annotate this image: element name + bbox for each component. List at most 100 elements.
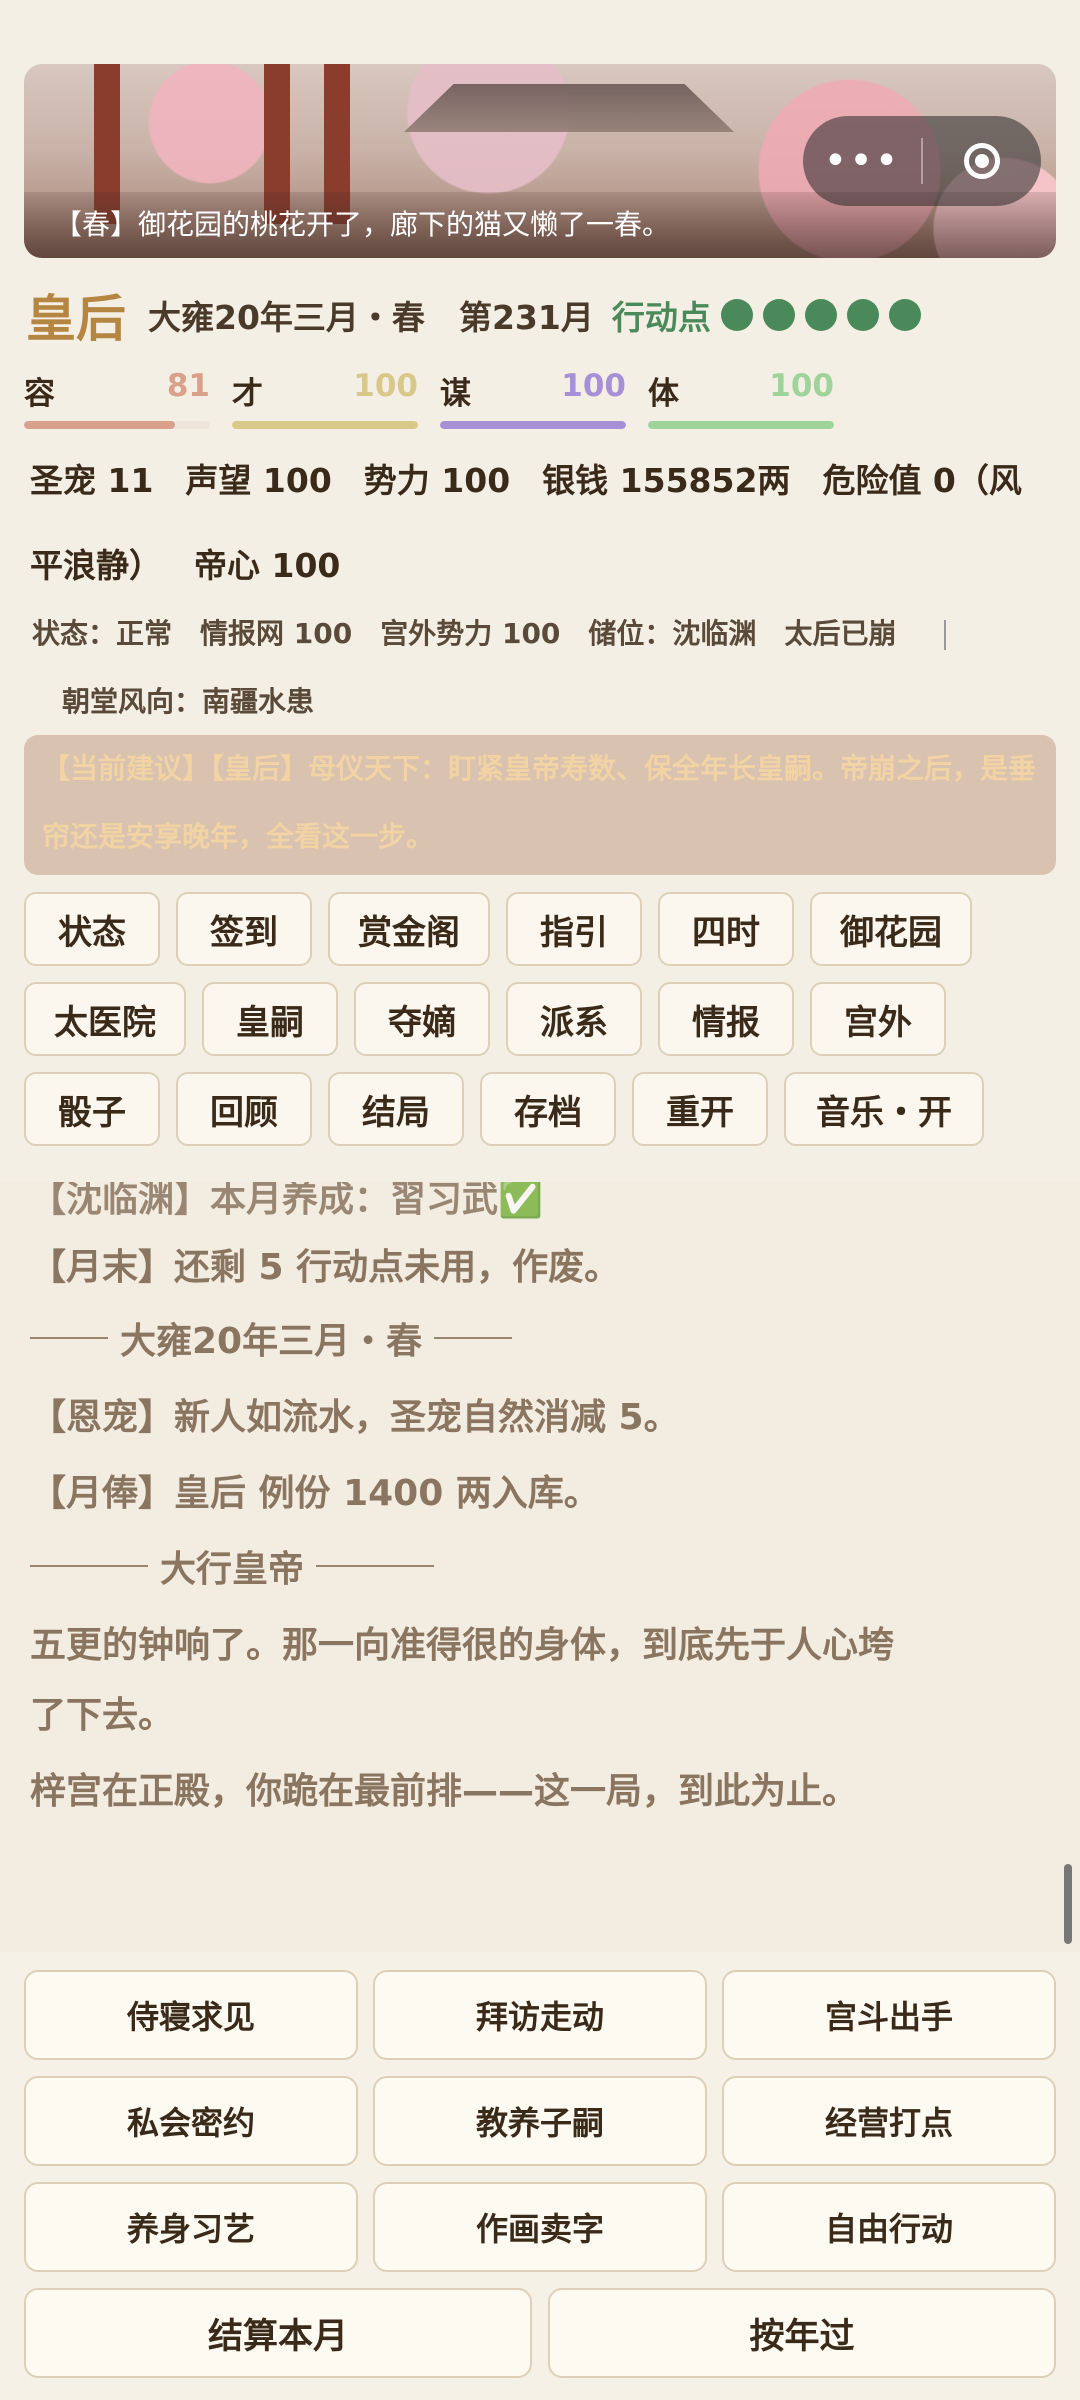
feature-menu: 状态 签到 赏金阁 指引 四时 御花园 太医院 皇嗣 夺嫡 派系 情报 宫外 骰… [24, 892, 1064, 1162]
pavilion-roof-decoration [404, 84, 734, 132]
stat-strategy: 谋 100 [440, 368, 626, 429]
menu-row: 太医院 皇嗣 夺嫡 派系 情报 宫外 [24, 982, 1064, 1056]
menu-restart-button[interactable]: 重开 [632, 1072, 768, 1146]
menu-row: 状态 签到 赏金阁 指引 四时 御花园 [24, 892, 1064, 966]
menu-outside-button[interactable]: 宫外 [810, 982, 946, 1056]
action-train-button[interactable]: 养身习艺 [24, 2182, 358, 2272]
section-title: 大行皇帝 [160, 1549, 305, 1590]
log-line: 【月末】还剩 5 行动点未用，作废。 [30, 1247, 621, 1288]
power-value: 势力 100 [363, 461, 511, 500]
court-trend: 朝堂风向：南疆水患 [62, 685, 315, 718]
menu-guide-button[interactable]: 指引 [506, 892, 642, 966]
stat-label: 体 [648, 376, 679, 412]
stat-value: 100 [769, 368, 834, 404]
stat-value: 100 [561, 368, 626, 404]
money-value: 银钱 155852两 [542, 461, 791, 500]
log-line: 【恩宠】新人如流水，圣宠自然消减 5。 [30, 1397, 680, 1438]
action-points-label: 行动点 [611, 298, 711, 337]
menu-status-button[interactable]: 状态 [24, 892, 160, 966]
settle-month-button[interactable]: 结算本月 [24, 2288, 532, 2378]
action-paint-button[interactable]: 作画卖字 [373, 2182, 707, 2272]
stat-label: 才 [232, 376, 263, 412]
action-tryst-button[interactable]: 私会密约 [24, 2076, 358, 2166]
stat-talent: 才 100 [232, 368, 418, 429]
stat-bar [648, 421, 834, 429]
stat-bar-fill [648, 421, 834, 429]
section-title: 大雍20年三月・春 [120, 1321, 423, 1362]
action-visit-button[interactable]: 拜访走动 [373, 1970, 707, 2060]
stat-bar [232, 421, 418, 429]
menu-dice-button[interactable]: 骰子 [24, 1072, 160, 1146]
dowager-status: 太后已崩 [784, 617, 897, 650]
danger-value: 危险值 0（风平浪静） [30, 461, 1022, 585]
menu-intel-button[interactable]: 情报 [658, 982, 794, 1056]
stat-value: 81 [166, 368, 210, 404]
advice-banner: 【当前建议】【皇后】母仪天下：盯紧皇帝寿数、保全年长皇嗣。帝崩之后，是垂帘还是安… [24, 735, 1056, 875]
stat-bar-fill [440, 421, 626, 429]
status-line: 状态：正常 情报网 100 宫外势力 100 储位：沈临渊 太后已崩 朝堂风向：南疆水患 [32, 600, 1052, 736]
more-icon[interactable]: ••• [803, 138, 921, 184]
emperor-heart-value: 帝心 100 [194, 546, 341, 585]
prestige-value: 声望 100 [185, 461, 332, 500]
action-raise-child-button[interactable]: 教养子嗣 [373, 2076, 707, 2166]
outside-power-value: 宫外势力 100 [380, 617, 561, 650]
action-free-button[interactable]: 自由行动 [722, 2182, 1056, 2272]
role-title: 皇后 [26, 290, 126, 348]
divider [434, 1337, 513, 1339]
divider [30, 1565, 148, 1567]
action-scheme-button[interactable]: 宫斗出手 [722, 1970, 1056, 2060]
stat-value: 100 [353, 368, 418, 404]
action-point-dot [762, 299, 795, 331]
attributes-line: 圣宠 11 声望 100 势力 100 银钱 155852两 危险值 0（风平浪静） 帝心… [30, 438, 1050, 608]
stat-appearance: 容 81 [24, 368, 210, 429]
log-line: 五更的钟响了。那一向准得很的身体，到底先于人心垮 [30, 1625, 895, 1666]
action-serve-button[interactable]: 侍寝求见 [24, 1970, 358, 2060]
stat-bars: 容 81 才 100 谋 100 体 100 [24, 368, 856, 429]
divider [316, 1565, 435, 1567]
log-line: 梓宫在正殿，你跪在最前排——这一局，到此为止。 [30, 1771, 859, 1812]
log-line: 【沈临渊】本月养成：習习武✅ [30, 1182, 543, 1220]
action-points-dots [720, 299, 931, 331]
state-value: 状态：正常 [32, 617, 173, 650]
stat-bar-fill [24, 421, 175, 429]
menu-succession-button[interactable]: 夺嫡 [354, 982, 490, 1056]
miniapp-capsule: ••• [803, 116, 1041, 206]
action-point-dot [888, 299, 921, 331]
menu-garden-button[interactable]: 御花园 [810, 892, 972, 966]
menu-review-button[interactable]: 回顾 [176, 1072, 312, 1146]
action-manage-button[interactable]: 经营打点 [722, 2076, 1056, 2166]
log-section-header: 大行皇帝 [30, 1540, 435, 1592]
menu-seasons-button[interactable]: 四时 [658, 892, 794, 966]
log-section-header: 大雍20年三月・春 [30, 1312, 513, 1364]
menu-factions-button[interactable]: 派系 [506, 982, 642, 1056]
menu-heirs-button[interactable]: 皇嗣 [202, 982, 338, 1056]
menu-checkin-button[interactable]: 签到 [176, 892, 312, 966]
divider [944, 620, 947, 650]
stat-label: 谋 [440, 376, 471, 412]
log-line: 了下去。 [30, 1695, 175, 1736]
record-circle-icon [964, 143, 1000, 179]
stat-label: 容 [24, 376, 55, 412]
log-line: 【月俸】皇后 例份 1400 两入库。 [30, 1473, 600, 1514]
action-point-dot [846, 299, 879, 331]
scrollbar-thumb[interactable] [1064, 1864, 1072, 1944]
stat-bar-fill [232, 421, 418, 429]
stat-bar [24, 421, 210, 429]
event-log[interactable]: 【沈临渊】本月养成：習习武✅ 【月末】还剩 5 行动点未用，作废。 大雍20年三… [0, 1182, 1080, 1952]
action-dock: 侍寝求见 拜访走动 宫斗出手 私会密约 教养子嗣 经营打点 养身习艺 作画卖字 … [0, 1952, 1080, 2400]
close-miniapp-button[interactable] [923, 143, 1041, 179]
menu-music-toggle[interactable]: 音乐・开 [784, 1072, 984, 1146]
game-date: 大雍20年三月・春 [148, 298, 425, 337]
skip-year-button[interactable]: 按年过 [548, 2288, 1056, 2378]
menu-bounty-button[interactable]: 赏金阁 [328, 892, 490, 966]
menu-save-button[interactable]: 存档 [480, 1072, 616, 1146]
favor-value: 圣宠 11 [30, 461, 154, 500]
stat-bar [440, 421, 626, 429]
menu-hospital-button[interactable]: 太医院 [24, 982, 186, 1056]
menu-ending-button[interactable]: 结局 [328, 1072, 464, 1146]
menu-row: 骰子 回顾 结局 存档 重开 音乐・开 [24, 1072, 1064, 1146]
divider [30, 1337, 108, 1339]
stat-health: 体 100 [648, 368, 834, 429]
status-header: 皇后 大雍20年三月・春 第231月 行动点 [26, 280, 931, 350]
action-point-dot [720, 299, 753, 331]
